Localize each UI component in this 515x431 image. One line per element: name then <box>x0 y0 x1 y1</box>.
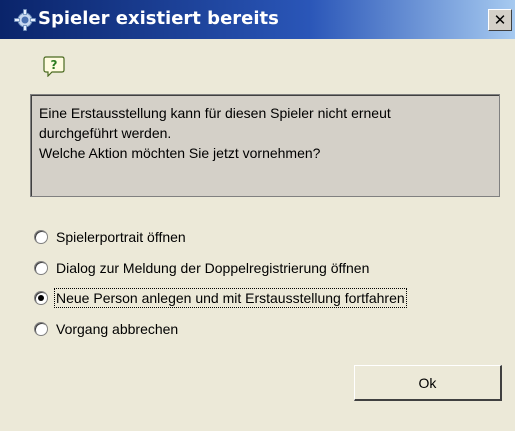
ok-button[interactable]: Ok <box>354 365 502 401</box>
dialog-window: Spieler existiert bereits ✕ ? Eine Ersta… <box>0 0 515 431</box>
message-box: Eine Erstausstellung kann für diesen Spi… <box>30 94 500 197</box>
close-icon: ✕ <box>493 11 507 29</box>
option-label: Vorgang abbrechen <box>56 321 179 337</box>
radio-button[interactable] <box>34 230 48 244</box>
option-open-duplicate-dialog[interactable]: Dialog zur Meldung der Doppelregistrieru… <box>34 256 369 280</box>
radio-button[interactable] <box>34 261 48 275</box>
option-label: Spielerportrait öffnen <box>56 229 186 245</box>
message-line: durchgeführt werden. <box>39 125 172 141</box>
option-open-player-portrait[interactable]: Spielerportrait öffnen <box>34 225 186 249</box>
dialog-title: Spieler existiert bereits <box>38 8 279 29</box>
radio-button[interactable] <box>34 322 48 336</box>
option-label: Neue Person anlegen und mit Erstausstell… <box>54 288 407 308</box>
title-bar[interactable]: Spieler existiert bereits ✕ <box>0 0 515 39</box>
radio-button-selected[interactable] <box>34 291 48 305</box>
message-line: Eine Erstausstellung kann für diesen Spi… <box>39 105 391 121</box>
option-cancel-process[interactable]: Vorgang abbrechen <box>34 317 178 341</box>
message-line: Welche Aktion möchten Sie jetzt vornehme… <box>39 145 321 161</box>
gear-icon <box>14 9 36 31</box>
close-button[interactable]: ✕ <box>488 9 512 31</box>
option-label: Dialog zur Meldung der Doppelregistrieru… <box>56 260 370 276</box>
svg-text:?: ? <box>51 58 58 72</box>
question-icon: ? <box>43 56 65 77</box>
option-new-person[interactable]: Neue Person anlegen und mit Erstausstell… <box>34 286 407 310</box>
